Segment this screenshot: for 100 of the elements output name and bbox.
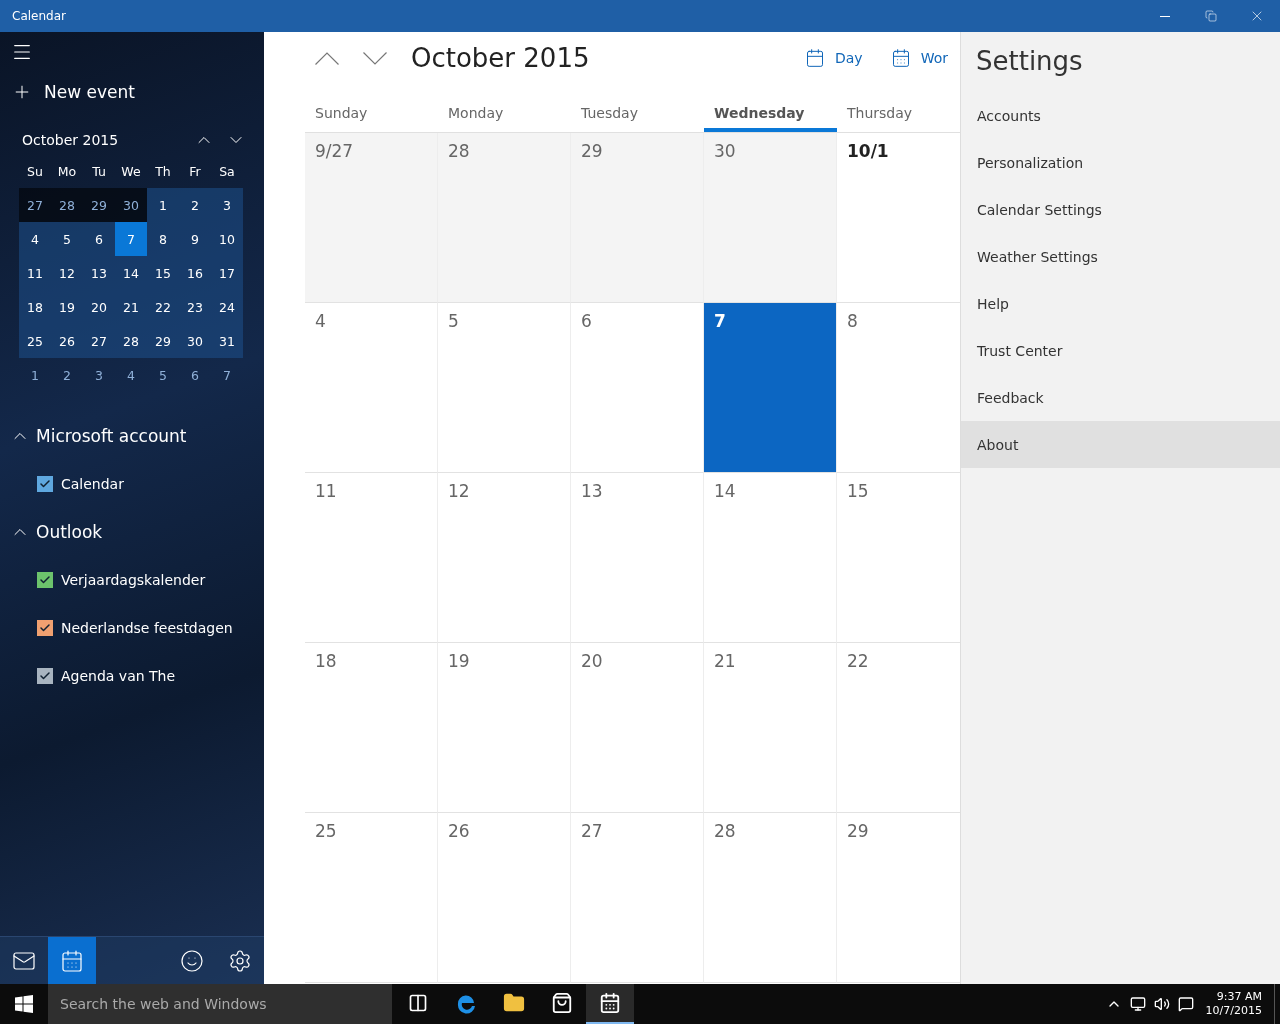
date-cell[interactable]: 6 [83,222,115,256]
date-cell[interactable]: 29 [83,188,115,222]
date-cell[interactable]: 22 [147,290,179,324]
minimize-icon [1160,15,1170,17]
date-cell[interactable]: 5 [51,222,83,256]
smiley-icon [180,949,204,973]
day-cell[interactable]: 6 [571,303,704,473]
date-cell[interactable]: 30 [115,188,147,222]
settings-item[interactable]: Accounts [961,92,1280,139]
window-title: Calendar [12,9,67,23]
day-cell[interactable]: 4 [305,303,438,473]
calendar-checkbox[interactable] [37,572,53,588]
view-button[interactable]: Day [793,48,875,68]
date-cell[interactable]: 28 [115,324,147,358]
weekday-label: Fr [188,163,202,181]
date-cell[interactable]: 25 [19,324,51,358]
day-cell[interactable]: 18 [305,643,438,813]
date-cell[interactable]: 14 [115,256,147,290]
settings-item[interactable]: Feedback [961,374,1280,421]
settings-item[interactable]: Help [961,280,1280,327]
settings-item[interactable]: About [961,421,1280,468]
day-cell[interactable]: 28 [438,133,571,303]
settings-icon [228,949,252,973]
clock[interactable]: 9:37 AM 10/7/2015 [1197,990,1274,1018]
date-cell[interactable]: 5 [147,358,179,392]
weekday-header: Tuesday [580,104,639,123]
date-cell[interactable]: 7 [211,358,243,392]
date-cell[interactable]: 15 [147,256,179,290]
date-cell[interactable]: 7 [115,222,147,256]
day-cell[interactable]: 28 [704,813,837,983]
date-cell[interactable]: 13 [83,256,115,290]
restore-icon [1205,10,1217,22]
date-cell[interactable]: 6 [179,358,211,392]
date-cell[interactable]: 3 [211,188,243,222]
date-cell[interactable]: 31 [211,324,243,358]
calendar-checkbox[interactable] [37,620,53,636]
date-cell[interactable]: 9 [179,222,211,256]
date-cell[interactable]: 27 [83,324,115,358]
day-cell[interactable]: 12 [438,473,571,643]
day-cell[interactable]: 20 [571,643,704,813]
date-cell[interactable]: 21 [115,290,147,324]
account-header[interactable]: Outlook [0,508,113,556]
date-cell[interactable]: 3 [83,358,115,392]
day-cell[interactable]: 11 [305,473,438,643]
date-cell[interactable]: 11 [19,256,51,290]
date-cell[interactable]: 4 [115,358,147,392]
new-event-button[interactable]: New event [0,78,147,106]
day-cell[interactable]: 5 [438,303,571,473]
search-field[interactable]: Search the web and Windows [48,984,392,1024]
view-button[interactable]: Wor [878,48,960,68]
date-cell[interactable]: 2 [51,358,83,392]
calendar-checkbox[interactable] [37,668,53,684]
day-cell[interactable]: 7 [704,303,837,473]
date-cell[interactable]: 29 [147,324,179,358]
calendar-name: Verjaardagskalender [61,572,206,588]
date-cell[interactable]: 26 [51,324,83,358]
day-cell[interactable]: 30 [704,133,837,303]
settings-item[interactable]: Calendar Settings [961,186,1280,233]
date-cell[interactable]: 18 [19,290,51,324]
speaker-icon [1153,996,1170,1012]
settings-item[interactable]: Personalization [961,139,1280,186]
date-cell[interactable]: 16 [179,256,211,290]
day-cell[interactable]: 9/27 [305,133,438,303]
day-cell[interactable]: 13 [571,473,704,643]
day-cell[interactable]: 21 [704,643,837,813]
weekday-label: Su [26,163,44,181]
date-cell[interactable]: 20 [83,290,115,324]
weekday-label: Tu [91,163,107,181]
day-cell[interactable]: 29 [571,133,704,303]
date-cell[interactable]: 30 [179,324,211,358]
windows-logo-icon [15,995,33,1013]
check-icon [39,670,51,682]
date-cell[interactable]: 19 [51,290,83,324]
calendar-checkbox[interactable] [37,476,53,492]
calendar-name: Nederlandse feestdagen [61,620,233,636]
date-cell[interactable]: 10 [211,222,243,256]
calendar-button[interactable] [48,937,96,985]
day-cell[interactable]: 27 [571,813,704,983]
date-cell[interactable]: 1 [19,358,51,392]
date-cell[interactable]: 27 [19,188,51,222]
taskbar-app[interactable] [586,984,634,1024]
calendar-grid-icon [890,48,911,68]
day-cell[interactable]: 25 [305,813,438,983]
weekday-label: Mo [56,163,78,181]
date-cell[interactable]: 12 [51,256,83,290]
day-cell[interactable]: 19 [438,643,571,813]
date-cell[interactable]: 17 [211,256,243,290]
day-cell[interactable]: 26 [438,813,571,983]
date-cell[interactable]: 24 [211,290,243,324]
date-cell[interactable]: 23 [179,290,211,324]
date-cell[interactable]: 28 [51,188,83,222]
date-cell[interactable]: 1 [147,188,179,222]
date-cell[interactable]: 2 [179,188,211,222]
date-cell[interactable]: 4 [19,222,51,256]
calendar-name: Agenda van The [61,668,176,684]
day-cell[interactable]: 14 [704,473,837,643]
date-cell[interactable]: 8 [147,222,179,256]
account-header[interactable]: Microsoft account [0,412,197,460]
settings-item[interactable]: Weather Settings [961,233,1280,280]
settings-item[interactable]: Trust Center [961,327,1280,374]
